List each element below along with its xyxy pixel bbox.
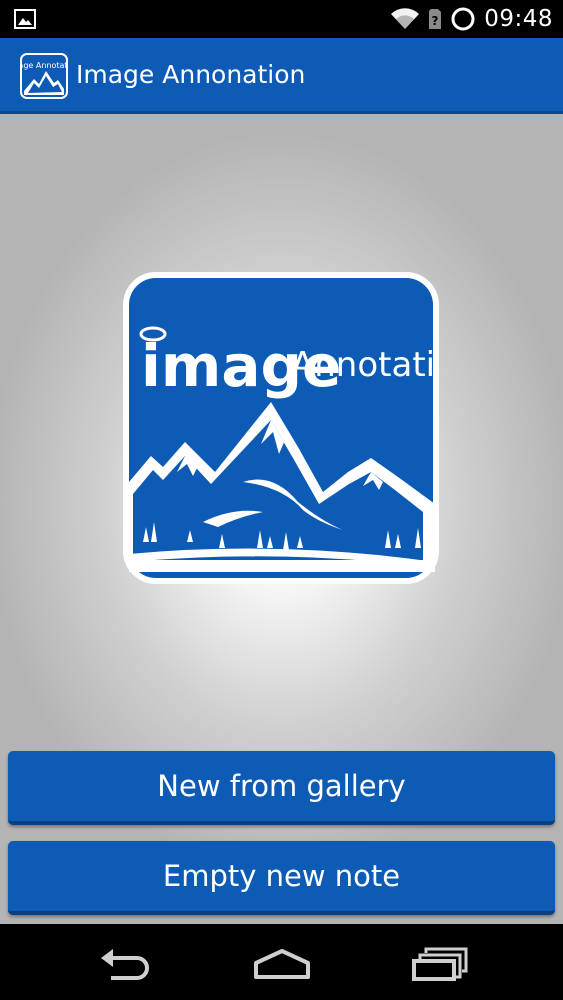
app-logo-icon[interactable]: Image Annotation	[20, 53, 68, 99]
svg-text:Image Annotation: Image Annotation	[20, 61, 68, 70]
logo-word-annotation: Annotation	[291, 345, 439, 385]
back-icon	[101, 949, 149, 980]
app-title: Image Annonation	[76, 60, 306, 89]
home-icon	[254, 949, 310, 979]
status-icons: ? 09:48	[390, 0, 553, 38]
recent-apps-icon	[412, 947, 468, 981]
wifi-icon	[391, 8, 420, 30]
mountain-logo-icon: image Annotation	[123, 272, 477, 584]
navigation-bar	[0, 924, 563, 1000]
home-button[interactable]	[252, 942, 312, 986]
svg-text:?: ?	[432, 14, 439, 28]
no-sim-icon: ?	[429, 9, 442, 29]
app-logo: image Annotation	[123, 272, 477, 584]
recent-apps-button[interactable]	[410, 942, 470, 986]
loading-circle-icon	[451, 7, 475, 31]
status-time: 09:48	[484, 6, 553, 32]
status-bar: ? 09:48	[0, 0, 563, 38]
empty-new-note-button[interactable]: Empty new note	[8, 841, 555, 915]
action-bar: Image Annotation Image Annonation	[0, 38, 563, 114]
main-content: image Annotation	[0, 114, 563, 924]
back-button[interactable]	[95, 942, 155, 986]
new-from-gallery-button[interactable]: New from gallery	[8, 751, 555, 825]
image-notification-icon	[14, 9, 36, 29]
